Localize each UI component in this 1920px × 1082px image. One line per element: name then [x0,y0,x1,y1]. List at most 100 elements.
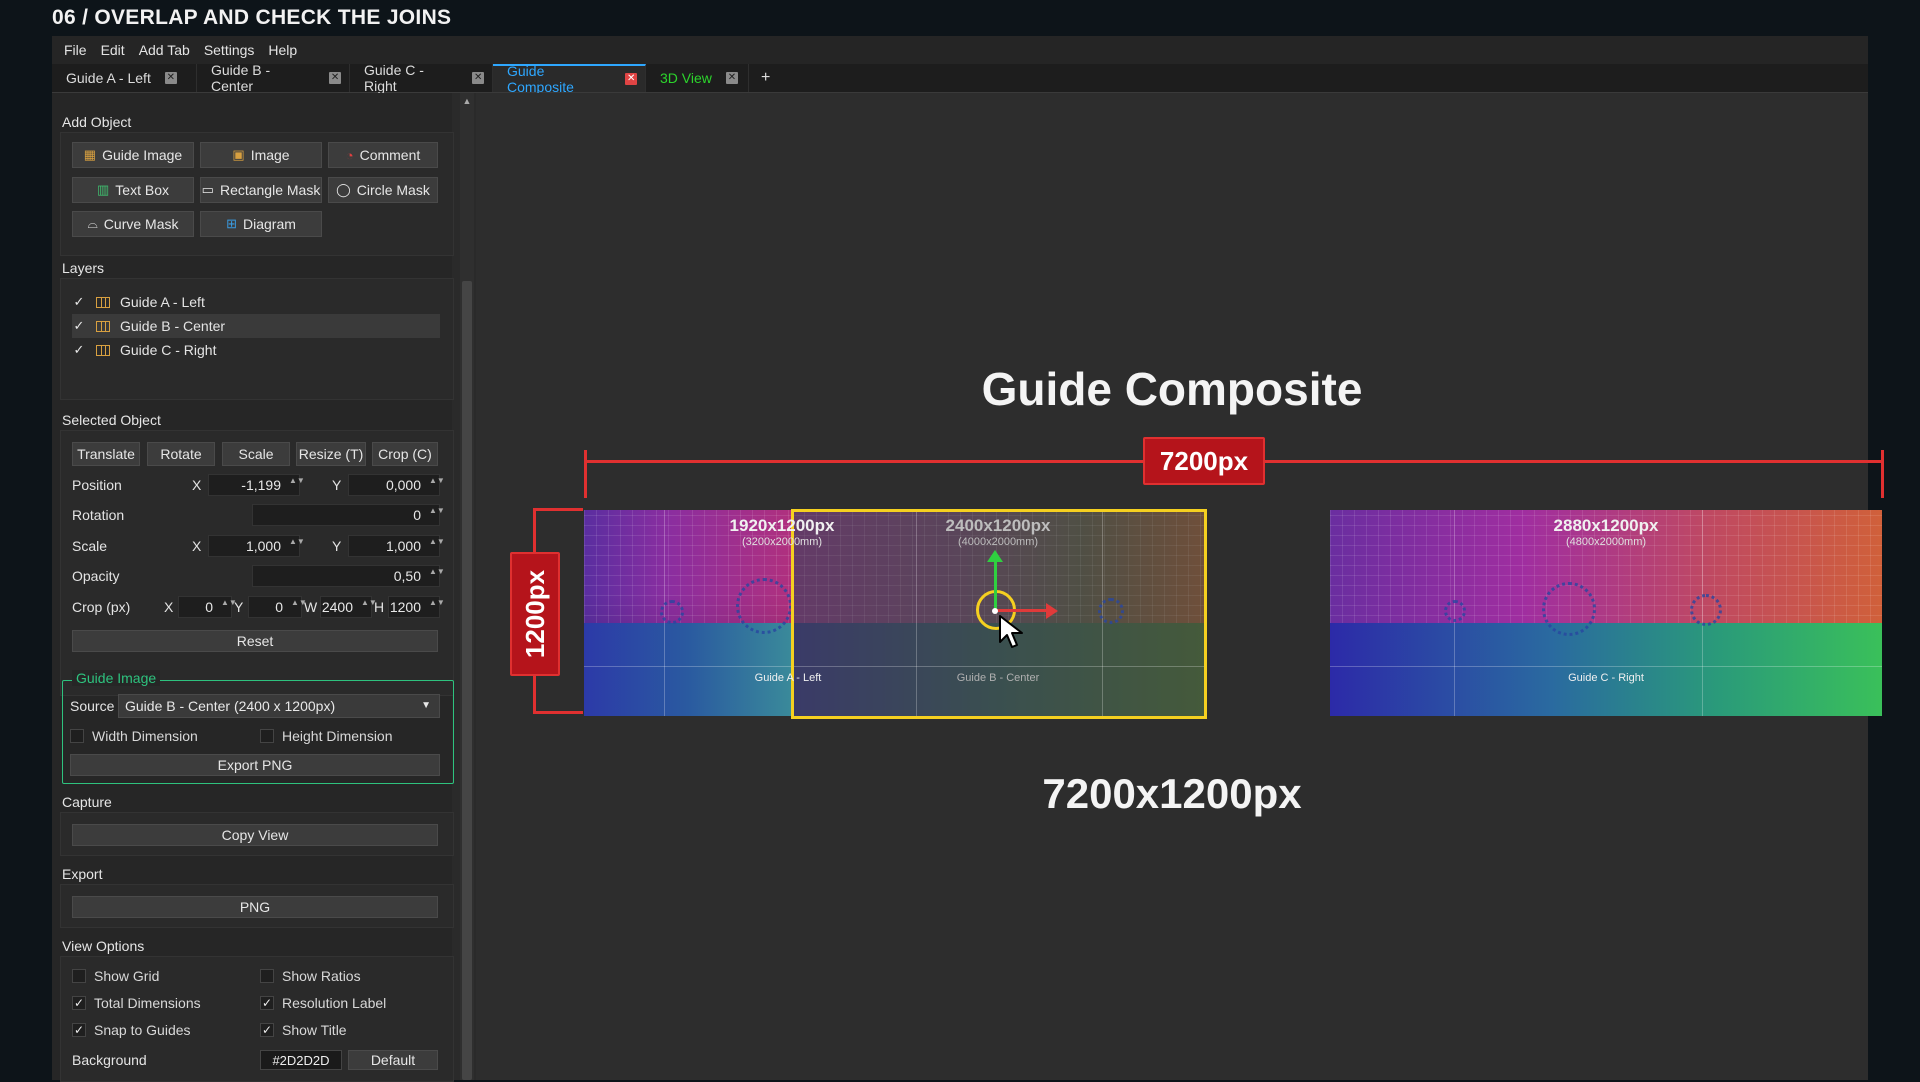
background-color-input[interactable]: #2D2D2D [260,1050,342,1070]
export-png-button[interactable]: Export PNG [70,754,440,776]
position-y-input[interactable]: 0,000 ▲▼ [348,474,445,496]
layer-guide-a[interactable]: ✓ Guide A - Left [72,290,440,314]
tile-c-name: Guide C - Right [1568,672,1644,684]
tile-b-size-mm: (4000x2000mm) [957,536,1039,548]
crop-y-input[interactable]: 0 ▲▼ [248,596,307,618]
close-icon[interactable]: ✕ [625,73,637,85]
show-grid-checkbox[interactable] [72,969,86,983]
tab-guide-composite[interactable]: Guide Composite ✕ [493,63,646,95]
visibility-checkbox[interactable]: ✓ [72,295,86,309]
menu-settings[interactable]: Settings [204,42,255,58]
x-axis-arrow-icon[interactable] [1046,603,1058,619]
canvas-title: Guide Composite [981,363,1363,415]
spinner-icon[interactable]: ▲▼ [221,599,237,615]
grid-icon [96,296,110,308]
source-select[interactable]: Guide B - Center (2400 x 1200px) ▼ [118,694,440,718]
spinner-icon[interactable]: ▲▼ [291,599,307,615]
width-dimension-checkbox[interactable] [70,729,84,743]
snap-to-guides-checkbox[interactable]: ✓ [72,1023,86,1037]
crop-button[interactable]: Crop (C) [372,442,438,466]
tab-guide-b[interactable]: Guide B - Center ✕ [197,62,350,94]
scale-button[interactable]: Scale [222,442,290,466]
position-x-input[interactable]: -1,199 ▲▼ [208,474,305,496]
scale-x-input[interactable]: 1,000 ▲▼ [208,535,305,557]
tab-label: Guide B - Center [211,62,271,94]
rotation-label: Rotation [72,507,125,523]
height-dimension-checkbox[interactable] [260,729,274,743]
tab-3d-view[interactable]: 3D View ✕ [646,64,749,92]
spinner-icon[interactable]: ▲▼ [429,507,445,523]
scrollbar-thumb[interactable] [462,281,472,1080]
copy-view-button[interactable]: Copy View [72,824,438,846]
close-icon[interactable]: ✕ [329,72,341,84]
close-icon[interactable]: ✕ [472,72,484,84]
menu-help[interactable]: Help [268,42,297,58]
opacity-input[interactable]: 0,50 ▲▼ [252,565,445,587]
close-icon[interactable]: ✕ [164,72,177,84]
crop-h-label: H [374,599,385,615]
rectangle-mask-button[interactable]: ▭ Rectangle Mask [200,177,322,203]
tab-guide-c[interactable]: Guide C - Right ✕ [350,62,493,94]
add-tab-button[interactable]: + [749,64,782,92]
rotation-input[interactable]: 0 ▲▼ [252,504,445,526]
crop-h-input[interactable]: 1200 ▲▼ [388,596,445,618]
crop-x-input[interactable]: 0 ▲▼ [178,596,237,618]
snap-to-guides-option[interactable]: ✓ Snap to Guides [72,1022,191,1038]
show-title-checkbox[interactable]: ✓ [260,1023,274,1037]
show-ratios-checkbox[interactable] [260,969,274,983]
image-button[interactable]: ▣ Image [200,142,322,168]
menu-add-tab[interactable]: Add Tab [139,42,190,58]
resolution-label-checkbox[interactable]: ✓ [260,996,274,1010]
translate-button[interactable]: Translate [72,442,140,466]
gear-icon [660,600,684,624]
scale-y-input[interactable]: 1,000 ▲▼ [348,535,445,557]
show-ratios-option[interactable]: Show Ratios [260,968,361,984]
close-icon[interactable]: ✕ [725,72,738,84]
layers-title: Layers [62,260,105,276]
height-badge: 1200px [520,569,550,659]
visibility-checkbox[interactable]: ✓ [72,343,86,357]
height-dimension-option[interactable]: Height Dimension [260,728,393,744]
width-dimension-option[interactable]: Width Dimension [70,728,198,744]
curve-mask-button[interactable]: ⌓ Curve Mask [72,211,194,237]
reset-button[interactable]: Reset [72,630,438,652]
show-title-option[interactable]: ✓ Show Title [260,1022,347,1038]
spinner-icon[interactable]: ▲▼ [429,538,445,554]
spinner-icon[interactable]: ▲▼ [429,599,445,615]
total-dimensions-option[interactable]: ✓ Total Dimensions [72,995,201,1011]
circle-mask-button[interactable]: ◯ Circle Mask [328,177,438,203]
spinner-icon[interactable]: ▲▼ [289,477,305,493]
text-box-button[interactable]: ▥ Text Box [72,177,194,203]
x-axis-handle[interactable] [996,609,1046,612]
rotate-button[interactable]: Rotate [147,442,215,466]
total-dimensions-checkbox[interactable]: ✓ [72,996,86,1010]
menu-bar: File Edit Add Tab Settings Help [52,36,1868,64]
spinner-icon[interactable]: ▲▼ [289,538,305,554]
spinner-icon[interactable]: ▲▼ [429,568,445,584]
spinner-icon[interactable]: ▲▼ [429,477,445,493]
resolution-label-option[interactable]: ✓ Resolution Label [260,995,386,1011]
width-dimension-tick-right [1881,450,1884,498]
comment-button[interactable]: ◔ Comment [328,142,438,168]
export-png-main-button[interactable]: PNG [72,896,438,918]
diagram-button[interactable]: ⊞ Diagram [200,211,322,237]
crop-x-label: X [164,599,174,615]
resize-button[interactable]: Resize (T) [296,442,366,466]
visibility-checkbox[interactable]: ✓ [72,319,86,333]
show-grid-option[interactable]: Show Grid [72,968,159,984]
layer-guide-c[interactable]: ✓ Guide C - Right [72,338,440,362]
crop-w-input[interactable]: 2400 ▲▼ [320,596,377,618]
tab-guide-a[interactable]: Guide A - Left ✕ [52,64,197,92]
menu-edit[interactable]: Edit [101,42,125,58]
option-label: Snap to Guides [94,1022,191,1038]
scroll-up-icon[interactable]: ▲ [461,96,473,108]
guide-image-button[interactable]: ▦ Guide Image [72,142,194,168]
default-background-button[interactable]: Default [348,1050,438,1070]
tile-c-resolution: 2880x1200px [1553,516,1659,535]
curve-icon: ⌓ [87,216,98,231]
spinner-icon[interactable]: ▲▼ [361,599,377,615]
y-axis-handle[interactable] [994,560,997,610]
menu-file[interactable]: File [64,42,87,58]
layer-guide-b[interactable]: ✓ Guide B - Center [72,314,440,338]
y-axis-arrow-icon[interactable] [987,550,1003,562]
